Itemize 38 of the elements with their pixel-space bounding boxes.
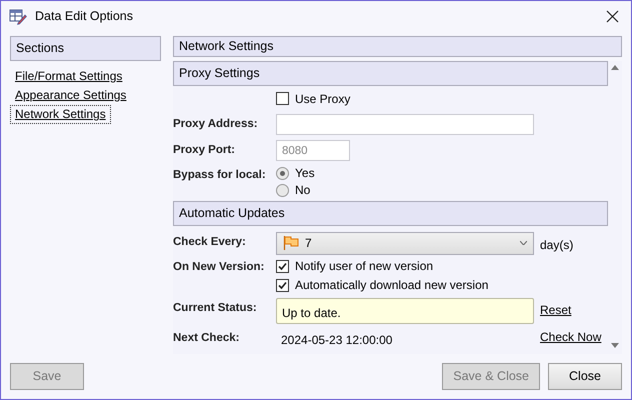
interval-dropdown[interactable]: 7 xyxy=(276,232,534,255)
check-now-link[interactable]: Check Now xyxy=(540,328,602,346)
field-label: Check Every: xyxy=(173,234,247,250)
field-label: Current Status: xyxy=(173,300,258,316)
reset-link[interactable]: Reset xyxy=(540,300,572,319)
radio-button[interactable] xyxy=(276,166,289,180)
field-label: Proxy Port: xyxy=(173,142,236,158)
sidebar-header: Sections xyxy=(10,36,161,61)
scroll-up-icon[interactable] xyxy=(611,64,619,70)
dropdown-value: 7 xyxy=(305,235,313,252)
panel-header: Network Settings xyxy=(173,36,622,57)
next-check-value: 2024-05-23 12:00:00 xyxy=(280,332,394,349)
radio-label: No xyxy=(295,182,310,200)
field-label: Proxy Address: xyxy=(173,116,259,132)
caret-icon xyxy=(520,241,527,246)
checkbox-label: Use Proxy xyxy=(295,90,350,108)
checkbox-label: Automatically download new version xyxy=(295,277,488,294)
section-header: Proxy Settings xyxy=(173,60,608,86)
field-label: Next Check: xyxy=(173,330,240,346)
radio-label: Yes xyxy=(295,165,315,182)
radio-button[interactable] xyxy=(276,184,289,197)
sidebar-link[interactable]: File/Format Settings xyxy=(10,67,128,86)
section-header: Automatic Updates xyxy=(173,200,608,226)
scroll-down-icon[interactable] xyxy=(611,342,619,348)
flag-icon xyxy=(283,236,299,250)
checkbox[interactable] xyxy=(276,278,289,292)
checkbox[interactable] xyxy=(276,260,289,273)
field-label: On New Version: xyxy=(173,260,266,275)
dialog-button[interactable]: Close xyxy=(548,362,622,390)
checkbox[interactable] xyxy=(276,92,289,106)
sidebar-link[interactable]: Network Settings xyxy=(10,105,111,124)
window-title: Data Edit Options xyxy=(35,8,133,25)
unit-label: day(s) xyxy=(540,236,574,254)
field-label: Bypass for local: xyxy=(173,168,267,183)
status-field: Up to date. xyxy=(276,298,534,324)
sidebar-link[interactable]: Appearance Settings xyxy=(10,86,132,105)
table-edit-icon xyxy=(9,7,27,25)
checkbox-label: Notify user of new version xyxy=(295,258,434,276)
